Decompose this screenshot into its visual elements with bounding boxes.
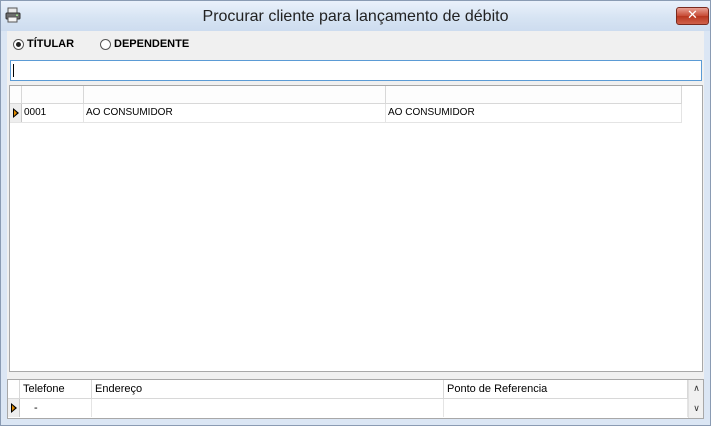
details-header-indicator [8,380,20,398]
title-bar[interactable]: Procurar cliente para lançamento de débi… [1,1,710,31]
close-button[interactable]: ✕ [676,7,709,25]
cell-fantasy[interactable]: AO CONSUMIDOR [386,104,682,122]
text-caret [13,64,14,77]
cell-telefone[interactable]: - [20,399,92,417]
header-endereco[interactable]: Endereço [92,380,444,398]
search-client-window: Procurar cliente para lançamento de débi… [0,0,711,426]
radio-dependente-label: DEPENDENTE [114,38,190,50]
radio-checked-icon[interactable] [13,38,24,50]
radio-titular[interactable]: TÍTULAR [13,38,74,50]
details-grid[interactable]: Telefone Endereço Ponto de Referencia - … [7,379,704,419]
table-row[interactable]: 0001 AO CONSUMIDOR AO CONSUMIDOR [10,104,682,123]
header-code[interactable] [22,86,84,103]
radio-dependente[interactable]: DEPENDENTE [100,38,189,50]
row-indicator [10,104,22,122]
cell-code[interactable]: 0001 [22,104,84,122]
details-vertical-scrollbar[interactable]: ∧ ∨ [688,380,703,418]
radio-titular-label: TÍTULAR [27,38,75,50]
details-grid-header: Telefone Endereço Ponto de Referencia [8,380,688,399]
cell-endereco[interactable] [92,399,444,417]
header-ponto-referencia[interactable]: Ponto de Referencia [444,380,688,398]
clients-grid-header [10,86,682,104]
cell-ponto-referencia[interactable] [444,399,688,417]
client-area: TÍTULAR DEPENDENTE 0001 AO CONSUMIDOR AO… [7,31,704,419]
scroll-up-icon[interactable]: ∧ [689,382,704,396]
close-icon: ✕ [687,8,698,23]
current-row-arrow-icon [11,403,17,413]
header-fantasy[interactable] [386,86,682,103]
header-indicator-cell [10,86,22,103]
clients-grid[interactable]: 0001 AO CONSUMIDOR AO CONSUMIDOR [9,85,703,372]
current-row-arrow-icon [13,108,19,118]
header-name[interactable] [84,86,386,103]
details-row-indicator [8,399,20,417]
scroll-down-icon[interactable]: ∨ [689,402,704,416]
cell-name[interactable]: AO CONSUMIDOR [84,104,386,122]
search-input[interactable] [10,60,702,81]
details-row[interactable]: - [8,399,688,417]
radio-unchecked-icon[interactable] [100,38,111,50]
header-telefone[interactable]: Telefone [20,380,92,398]
window-title: Procurar cliente para lançamento de débi… [202,8,509,25]
